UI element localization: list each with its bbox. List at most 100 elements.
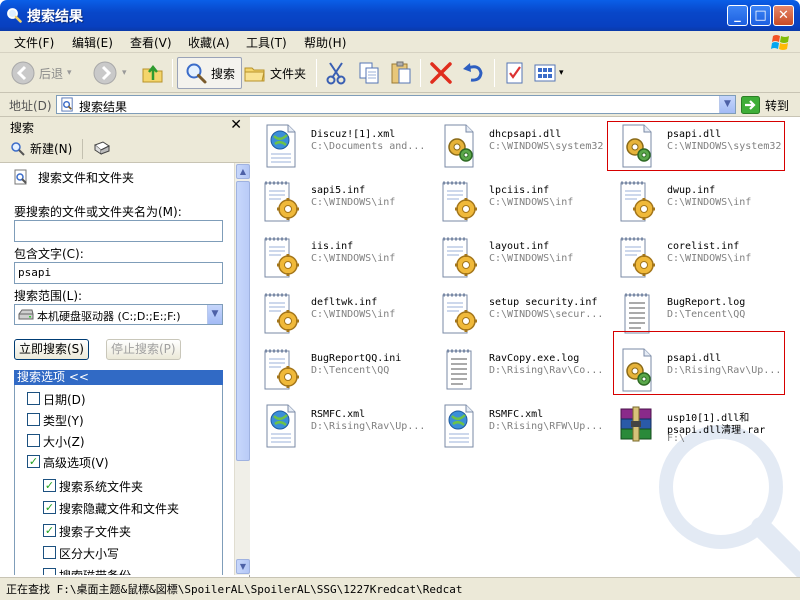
result-item[interactable]: sapi5.inf C:\WINDOWS\inf <box>253 175 429 229</box>
search-options-header[interactable]: 搜索选项 << <box>14 370 223 385</box>
copy-icon <box>359 62 379 84</box>
forward-dropdown-icon[interactable]: ▾ <box>122 68 127 78</box>
search-option-label: 大小(Z) <box>43 435 85 449</box>
highlight-box <box>607 121 785 171</box>
result-item[interactable]: defltwk.inf C:\WINDOWS\inf <box>253 287 429 341</box>
result-item[interactable]: iis.inf C:\WINDOWS\inf <box>253 231 429 285</box>
delete-x-icon <box>430 62 452 84</box>
pane-close-icon[interactable]: ✕ <box>230 117 242 133</box>
result-item[interactable]: setup security.inf C:\WINDOWS\secur... <box>431 287 607 341</box>
scroll-up-icon[interactable]: ▲ <box>236 164 250 179</box>
toolbar-separator <box>316 59 317 87</box>
result-path: C:\WINDOWS\inf <box>311 197 396 208</box>
address-label: 地址(D) <box>9 99 52 113</box>
checkbox[interactable] <box>27 392 40 405</box>
result-item[interactable]: lpciis.inf C:\WINDOWS\inf <box>431 175 607 229</box>
result-item[interactable]: usp10[1].dll和 psapi.dll清理.rar F:\ <box>609 399 785 453</box>
name-label: 要搜索的文件或文件夹名为(M): <box>14 205 182 219</box>
back-dropdown-icon[interactable]: ▾ <box>67 68 72 78</box>
search-option-label: 搜索隐藏文件和文件夹 <box>59 502 180 516</box>
result-item[interactable]: corelist.inf C:\WINDOWS\inf <box>609 231 785 285</box>
back-arrow-icon <box>11 61 35 85</box>
cut-button[interactable] <box>323 57 349 89</box>
title-bar[interactable]: 搜索结果 _ □ ✕ <box>0 0 800 31</box>
new-search-button[interactable]: 新建(N) <box>10 140 72 157</box>
close-button[interactable]: ✕ <box>773 5 794 26</box>
address-dropdown-icon[interactable]: ▼ <box>719 96 735 113</box>
minimize-button[interactable]: _ <box>727 5 748 26</box>
result-path: F:\ <box>667 433 686 444</box>
checkbox-checked[interactable]: ✓ <box>43 524 56 537</box>
search-button[interactable]: 搜索 <box>177 57 243 89</box>
menu-help[interactable]: 帮助(H) <box>304 34 346 51</box>
search-option-row[interactable]: ✓ 搜索系统文件夹 <box>0 478 230 494</box>
result-item[interactable]: dhcpsapi.dll C:\WINDOWS\system32 <box>431 119 607 173</box>
scope-dropdown-icon[interactable]: ▼ <box>207 305 222 324</box>
maximize-button[interactable]: □ <box>750 5 771 26</box>
search-companion-book-icon[interactable] <box>93 140 111 158</box>
checkbox[interactable] <box>43 568 56 575</box>
toolbar-separator <box>420 59 421 87</box>
stop-search-button[interactable]: 停止搜索(P) <box>106 339 181 360</box>
menu-edit[interactable]: 编辑(E) <box>72 34 113 51</box>
paste-button[interactable] <box>388 57 414 89</box>
result-item[interactable]: layout.inf C:\WINDOWS\inf <box>431 231 607 285</box>
views-button[interactable]: ▾ <box>532 57 564 89</box>
forward-arrow-icon <box>93 61 117 85</box>
copy-button[interactable] <box>356 57 382 89</box>
menu-favorites[interactable]: 收藏(A) <box>188 34 230 51</box>
scroll-thumb[interactable] <box>236 181 250 461</box>
result-item[interactable]: BugReportQQ.ini D:\Tencent\QQ <box>253 343 429 397</box>
menu-tools[interactable]: 工具(T) <box>246 34 287 51</box>
scroll-down-icon[interactable]: ▼ <box>236 559 250 574</box>
menu-view[interactable]: 查看(V) <box>130 34 172 51</box>
result-item[interactable]: dwup.inf C:\WINDOWS\inf <box>609 175 785 229</box>
folders-button[interactable]: 文件夹 <box>243 57 306 89</box>
search-option-row[interactable]: ✓ 高级选项(V) <box>0 454 230 470</box>
checkbox[interactable] <box>27 434 40 447</box>
result-item[interactable]: RavCopy.exe.log D:\Rising\Rav\Co... <box>431 343 607 397</box>
search-option-row[interactable]: ✓ 搜索隐藏文件和文件夹 <box>0 500 230 516</box>
menu-file[interactable]: 文件(F) <box>14 34 54 51</box>
result-item[interactable]: RSMFC.xml D:\Rising\RFW\Up... <box>431 399 607 453</box>
result-name: BugReportQQ.ini <box>311 353 402 364</box>
result-name: sapi5.inf <box>311 185 366 196</box>
scope-select[interactable]: 本机硬盘驱动器 (C:;D:;E:;F:) ▼ <box>14 304 223 325</box>
search-option-row[interactable]: 大小(Z) <box>0 433 230 449</box>
result-path: C:\WINDOWS\inf <box>667 197 752 208</box>
result-item[interactable]: RSMFC.xml D:\Rising\Rav\Up... <box>253 399 429 453</box>
maximize-icon: □ <box>754 8 767 23</box>
xml-file-icon <box>261 123 301 169</box>
search-option-row[interactable]: 搜索磁带备份 <box>0 567 230 575</box>
checkbox[interactable] <box>43 546 56 559</box>
go-button[interactable]: 转到 <box>741 95 789 115</box>
result-name: setup security.inf <box>489 297 598 308</box>
back-button[interactable]: 后退 ▾ <box>10 57 72 89</box>
delete-button[interactable] <box>428 57 454 89</box>
result-path: D:\Tencent\QQ <box>667 309 746 320</box>
up-folder-button[interactable] <box>140 57 166 89</box>
stop-search-label: 停止搜索(P) <box>111 342 176 356</box>
search-option-row[interactable]: ✓ 搜索子文件夹 <box>0 523 230 539</box>
undo-button[interactable] <box>460 57 486 89</box>
search-now-button[interactable]: 立即搜索(S) <box>14 339 89 360</box>
pane-scrollbar[interactable]: ▲ ▼ <box>234 163 250 575</box>
checkbox-checked[interactable]: ✓ <box>27 455 40 468</box>
result-item[interactable]: Discuz![1].xml C:\Documents and... <box>253 119 429 173</box>
views-grid-icon <box>534 64 556 82</box>
checkbox[interactable] <box>27 413 40 426</box>
filename-input[interactable] <box>14 220 223 242</box>
checkbox-checked[interactable]: ✓ <box>43 479 56 492</box>
search-option-label: 搜索子文件夹 <box>59 525 132 539</box>
search-option-row[interactable]: 区分大小写 <box>0 545 230 561</box>
views-dropdown-icon[interactable]: ▾ <box>559 68 564 78</box>
address-input[interactable]: 搜索结果 ▼ <box>56 95 736 114</box>
contains-text-input[interactable]: psapi <box>14 262 223 284</box>
search-option-row[interactable]: 日期(D) <box>0 391 230 407</box>
checkbox-checked[interactable]: ✓ <box>43 501 56 514</box>
address-bar: 地址(D) 搜索结果 ▼ 转到 <box>0 93 800 117</box>
contains-text-value: psapi <box>18 266 52 279</box>
properties-button[interactable] <box>502 57 528 89</box>
search-option-row[interactable]: 类型(Y) <box>0 412 230 428</box>
forward-button[interactable]: ▾ <box>92 57 127 89</box>
